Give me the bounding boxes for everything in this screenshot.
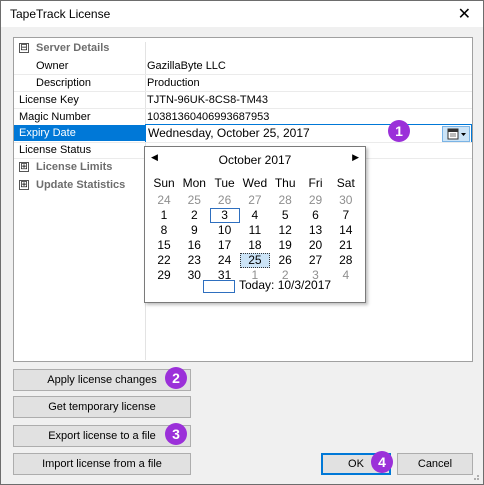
callout-badge-4: 4 [371, 451, 393, 473]
callout-badge-3: 3 [165, 423, 187, 445]
calendar-day[interactable]: 28 [270, 193, 300, 208]
calendar-day[interactable]: 12 [270, 223, 300, 238]
calendar-day[interactable]: 26 [210, 193, 240, 208]
weekday-label: Fri [308, 176, 323, 190]
calendar-day[interactable]: 1 [149, 208, 179, 223]
calendar-day[interactable]: 7 [331, 208, 361, 223]
property-value: 10381360406993687953 [147, 111, 270, 123]
property-value: GazillaByte LLC [147, 60, 226, 72]
next-month-icon[interactable]: ▶ [352, 152, 359, 163]
collapse-icon[interactable]: ⊟ [19, 43, 29, 53]
weekday-label: Sun [153, 176, 175, 190]
calendar-day[interactable]: 10 [210, 223, 240, 238]
callout-badge-2: 2 [165, 367, 187, 389]
calendar-day[interactable]: 8 [149, 223, 179, 238]
calendar-day[interactable]: 27 [301, 253, 331, 268]
calendar-day[interactable]: 25 [239, 253, 270, 268]
property-name: License Status [19, 144, 92, 156]
property-row-expiry-date[interactable]: Expiry Date [14, 125, 145, 141]
calendar-day[interactable]: 19 [270, 238, 300, 253]
calendar-dropdown-button[interactable] [442, 126, 470, 142]
calendar-day[interactable]: 4 [331, 268, 361, 283]
calendar-day[interactable]: 20 [301, 238, 331, 253]
property-row-owner[interactable]: Owner GazillaByte LLC [14, 58, 472, 74]
calendar-day[interactable]: 13 [301, 223, 331, 238]
property-name: License Key [19, 94, 79, 106]
expand-icon[interactable]: ⊞ [19, 162, 29, 172]
calendar-day[interactable]: 18 [240, 238, 270, 253]
calendar-day[interactable]: 11 [240, 223, 270, 238]
close-icon[interactable]: ✕ [458, 4, 471, 24]
calendar-day[interactable]: 4 [240, 208, 270, 223]
calendar-day[interactable]: 23 [179, 253, 209, 268]
category-server-details[interactable]: ⊟ Server Details [14, 40, 472, 56]
title-bar: TapeTrack License ✕ [1, 1, 483, 27]
weekday-label: Mon [182, 176, 206, 190]
category-label: Update Statistics [36, 179, 126, 191]
calendar-month-label[interactable]: October 2017 [145, 153, 365, 167]
callout-badge-1: 1 [388, 120, 410, 142]
window-title: TapeTrack License [10, 7, 111, 21]
expiry-date-picker[interactable]: Wednesday, October 25, 2017 [145, 124, 472, 143]
expiry-date-value[interactable]: Wednesday, October 25, 2017 [148, 126, 310, 140]
property-value: TJTN-96UK-8CS8-TM43 [147, 94, 269, 106]
calendar-day[interactable]: 30 [331, 193, 361, 208]
weekday-label: Tue [214, 176, 235, 190]
property-name: Expiry Date [19, 127, 76, 139]
property-name: Owner [36, 60, 69, 72]
weekday-label: Thu [274, 176, 296, 190]
resize-grip-icon[interactable] [470, 471, 480, 481]
calendar-day[interactable]: 28 [331, 253, 361, 268]
calendar-day[interactable]: 2 [179, 208, 209, 223]
calendar-day[interactable]: 26 [270, 253, 300, 268]
calendar-day[interactable]: 6 [301, 208, 331, 223]
property-row-description[interactable]: Description Production [14, 75, 472, 91]
today-link[interactable]: Today: 10/3/2017 [239, 278, 331, 292]
calendar-day[interactable]: 14 [331, 223, 361, 238]
calendar-dropdown-icon [447, 128, 466, 140]
calendar-day[interactable]: 29 [301, 193, 331, 208]
calendar-popup: ◀ October 2017 ▶ Sun Mon Tue Wed Thu Fri Sat 2… [144, 146, 366, 303]
calendar-day[interactable]: 29 [149, 268, 179, 283]
calendar-day[interactable]: 25 [179, 193, 209, 208]
license-window: TapeTrack License ✕ ⊟ Server Details Own… [0, 0, 484, 485]
calendar-day[interactable]: 3 [209, 208, 240, 223]
today-marker [203, 280, 235, 293]
category-label: Server Details [36, 42, 110, 54]
property-name: Description [36, 77, 92, 89]
calendar-day[interactable]: 21 [331, 238, 361, 253]
calendar-day[interactable]: 24 [149, 193, 179, 208]
property-value: Production [147, 77, 200, 89]
weekday-label: Wed [242, 176, 268, 190]
calendar-day[interactable]: 17 [210, 238, 240, 253]
cancel-button[interactable]: Cancel [397, 453, 473, 475]
import-license-button[interactable]: Import license from a file [13, 453, 191, 475]
temporary-license-button[interactable]: Get temporary license [13, 396, 191, 418]
property-row-license-key[interactable]: License Key TJTN-96UK-8CS8-TM43 [14, 92, 472, 108]
weekday-label: Sat [336, 176, 355, 190]
calendar-day[interactable]: 27 [240, 193, 270, 208]
category-label: License Limits [36, 161, 113, 173]
property-name: Magic Number [19, 111, 91, 123]
calendar-day[interactable]: 22 [149, 253, 179, 268]
calendar-day[interactable]: 24 [210, 253, 240, 268]
calendar-day[interactable]: 15 [149, 238, 179, 253]
expand-icon[interactable]: ⊞ [19, 180, 29, 190]
calendar-day[interactable]: 5 [270, 208, 300, 223]
calendar-day[interactable]: 9 [179, 223, 209, 238]
calendar-day[interactable]: 16 [179, 238, 209, 253]
